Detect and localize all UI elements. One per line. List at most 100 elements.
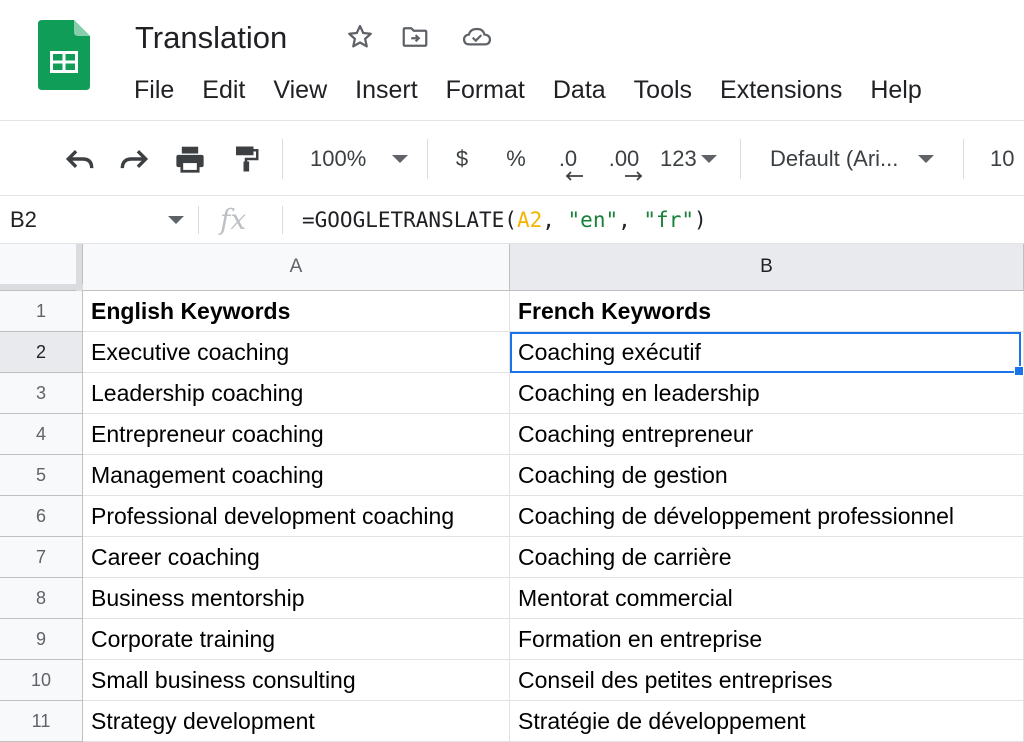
- table-row: 4 Entrepreneur coaching Coaching entrepr…: [0, 414, 1024, 455]
- menu-tools[interactable]: Tools: [634, 72, 692, 108]
- fill-handle[interactable]: [1014, 366, 1024, 376]
- cell-b1[interactable]: French Keywords: [510, 291, 1024, 332]
- cell-a2[interactable]: Executive coaching: [83, 332, 510, 373]
- row-header[interactable]: 5: [0, 455, 83, 496]
- formula-separator: ,: [618, 208, 644, 232]
- menu-help[interactable]: Help: [870, 72, 921, 108]
- menu-data[interactable]: Data: [553, 72, 606, 108]
- row-header[interactable]: 2: [0, 332, 83, 373]
- cell-a8[interactable]: Business mentorship: [83, 578, 510, 619]
- cell-b2[interactable]: Coaching exécutif: [510, 332, 1024, 373]
- zoom-select[interactable]: 100%: [310, 121, 409, 197]
- cell-a6[interactable]: Professional development coaching: [83, 496, 510, 537]
- more-formats-select[interactable]: 123: [660, 121, 717, 197]
- cell-a7[interactable]: Career coaching: [83, 537, 510, 578]
- increase-decimal-button[interactable]: .00: [604, 121, 644, 197]
- cell-b7[interactable]: Coaching de carrière: [510, 537, 1024, 578]
- toolbar-divider: [740, 139, 741, 179]
- font-select[interactable]: Default (Ari...: [770, 121, 935, 197]
- row-header[interactable]: 7: [0, 537, 83, 578]
- select-all-corner[interactable]: [0, 244, 83, 291]
- menu-extensions[interactable]: Extensions: [720, 72, 842, 108]
- cell-a4[interactable]: Entrepreneur coaching: [83, 414, 510, 455]
- table-row: 2 Executive coaching Coaching exécutif: [0, 332, 1024, 373]
- spreadsheet-grid: A B 1 English Keywords French Keywords 2…: [0, 244, 1024, 742]
- column-header-b[interactable]: B: [510, 244, 1024, 291]
- toolbar-divider: [282, 139, 283, 179]
- menu-edit[interactable]: Edit: [202, 72, 245, 108]
- table-row: 3 Leadership coaching Coaching en leader…: [0, 373, 1024, 414]
- row-header[interactable]: 3: [0, 373, 83, 414]
- cell-b10[interactable]: Conseil des petites entreprises: [510, 660, 1024, 701]
- table-row: 1 English Keywords French Keywords: [0, 291, 1024, 332]
- currency-format-button[interactable]: $: [448, 121, 476, 197]
- decrease-decimal-button[interactable]: .0: [550, 121, 586, 197]
- font-size-input[interactable]: 10: [990, 121, 1014, 197]
- star-icon[interactable]: [343, 20, 377, 54]
- cell-b4[interactable]: Coaching entrepreneur: [510, 414, 1024, 455]
- cell-b3[interactable]: Coaching en leadership: [510, 373, 1024, 414]
- toolbar-divider: [427, 139, 428, 179]
- cloud-saved-icon[interactable]: [460, 20, 494, 54]
- row-header[interactable]: 9: [0, 619, 83, 660]
- chevron-down-icon[interactable]: [168, 216, 184, 224]
- table-row: 7 Career coaching Coaching de carrière: [0, 537, 1024, 578]
- percent-format-button[interactable]: %: [502, 121, 530, 197]
- print-icon[interactable]: [170, 121, 210, 197]
- name-box[interactable]: B2: [10, 196, 37, 244]
- formula-cell-reference: A2: [516, 208, 543, 232]
- table-row: 11 Strategy development Stratégie de dév…: [0, 701, 1024, 742]
- move-to-folder-icon[interactable]: [398, 20, 432, 54]
- arrow-left-icon: [565, 171, 583, 181]
- formula-close-paren: ): [693, 208, 707, 232]
- arrow-right-icon: [625, 171, 643, 181]
- row-header[interactable]: 11: [0, 701, 83, 742]
- formula-bar: B2 fx =GOOGLETRANSLATE(A2, "en", "fr"): [0, 196, 1024, 244]
- more-formats-label: 123: [660, 146, 697, 171]
- formula-function: =GOOGLETRANSLATE(: [302, 208, 517, 232]
- column-header-a[interactable]: A: [83, 244, 510, 291]
- formula-input[interactable]: =GOOGLETRANSLATE(A2, "en", "fr"): [302, 196, 707, 244]
- cell-b5[interactable]: Coaching de gestion: [510, 455, 1024, 496]
- menu-file[interactable]: File: [134, 72, 174, 108]
- app-header: Translation File Edit View Insert Format…: [0, 0, 1024, 118]
- menu-view[interactable]: View: [273, 72, 327, 108]
- formula-target-language: "fr": [643, 208, 694, 232]
- redo-icon[interactable]: [114, 121, 154, 197]
- undo-icon[interactable]: [60, 121, 100, 197]
- table-row: 6 Professional development coaching Coac…: [0, 496, 1024, 537]
- row-header[interactable]: 10: [0, 660, 83, 701]
- cell-a9[interactable]: Corporate training: [83, 619, 510, 660]
- document-title[interactable]: Translation: [135, 18, 287, 58]
- frozen-row-handle[interactable]: [0, 284, 83, 290]
- font-value: Default (Ari...: [770, 146, 899, 171]
- row-header[interactable]: 8: [0, 578, 83, 619]
- menu-insert[interactable]: Insert: [355, 72, 418, 108]
- table-row: 10 Small business consulting Conseil des…: [0, 660, 1024, 701]
- cell-a5[interactable]: Management coaching: [83, 455, 510, 496]
- zoom-value: 100%: [310, 146, 367, 171]
- paint-format-icon[interactable]: [226, 121, 266, 197]
- cell-b8[interactable]: Mentorat commercial: [510, 578, 1024, 619]
- chevron-down-icon: [700, 155, 717, 163]
- cell-a3[interactable]: Leadership coaching: [83, 373, 510, 414]
- row-header[interactable]: 6: [0, 496, 83, 537]
- increase-decimal-label: .00: [608, 146, 640, 171]
- toolbar: 100% $ % .0 .00 123 Default (Ari... 10: [0, 120, 1024, 196]
- formula-divider: [198, 206, 199, 234]
- formula-divider: [282, 206, 283, 234]
- menu-bar: File Edit View Insert Format Data Tools …: [134, 72, 922, 108]
- menu-format[interactable]: Format: [446, 72, 525, 108]
- cell-b6[interactable]: Coaching de développement professionnel: [510, 496, 1024, 537]
- cell-a11[interactable]: Strategy development: [83, 701, 510, 742]
- cell-a10[interactable]: Small business consulting: [83, 660, 510, 701]
- cell-b9[interactable]: Formation en entreprise: [510, 619, 1024, 660]
- cell-a1[interactable]: English Keywords: [83, 291, 510, 332]
- row-header[interactable]: 1: [0, 291, 83, 332]
- table-row: 8 Business mentorship Mentorat commercia…: [0, 578, 1024, 619]
- row-header[interactable]: 4: [0, 414, 83, 455]
- cell-b11[interactable]: Stratégie de développement: [510, 701, 1024, 742]
- chevron-down-icon: [918, 155, 935, 163]
- chevron-down-icon: [392, 155, 409, 163]
- sheets-logo-icon[interactable]: [38, 20, 90, 90]
